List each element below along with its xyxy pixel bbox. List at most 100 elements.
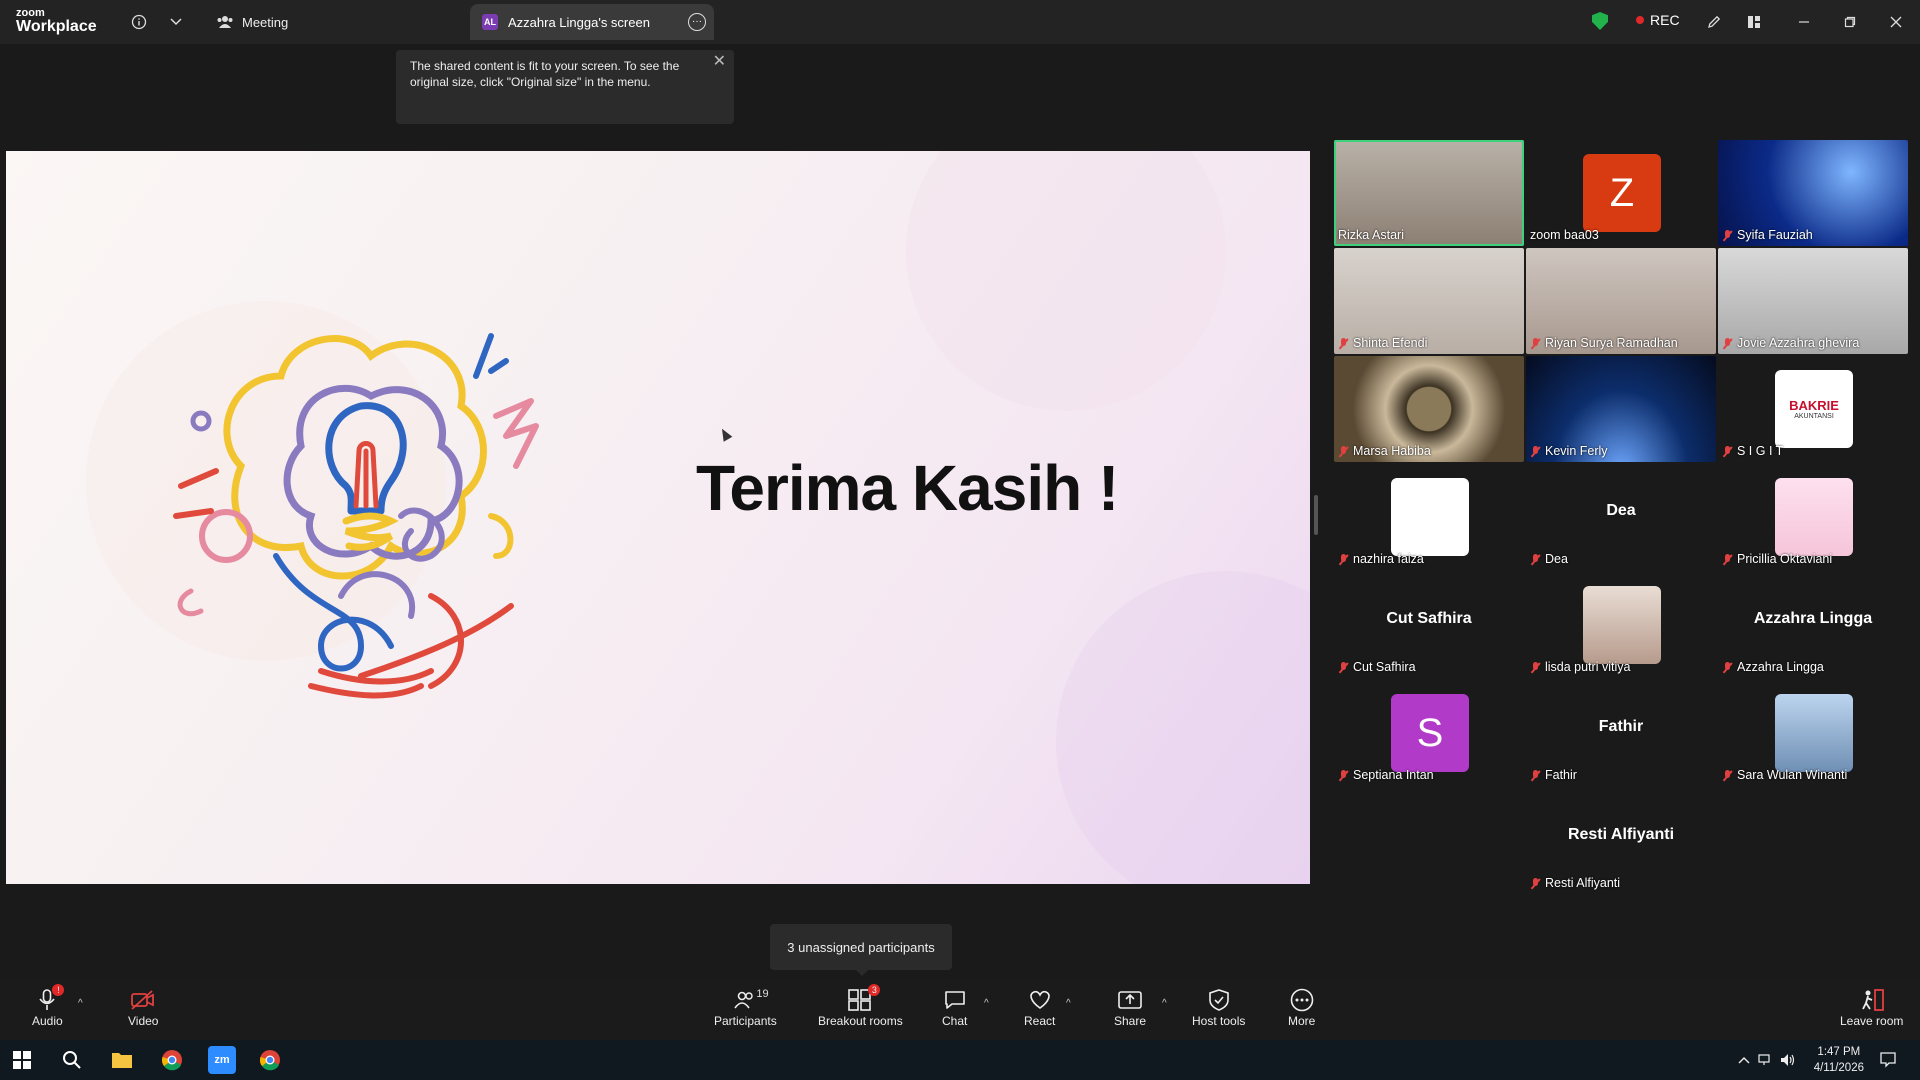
mic-muted-icon: [1338, 769, 1349, 781]
participant-avatar-letter: S: [1391, 694, 1469, 772]
view-layout-icon[interactable]: [1742, 10, 1766, 34]
participant-tile[interactable]: Azzahra Lingga Azzahra Lingga: [1718, 572, 1908, 678]
participant-name: Resti Alfiyanti: [1545, 876, 1621, 890]
participants-button[interactable]: 19 Participants: [714, 986, 777, 1028]
mic-muted-icon: [1530, 445, 1541, 457]
mic-muted-icon: [1530, 877, 1541, 889]
rec-dot-icon: [1636, 16, 1644, 24]
participant-tile[interactable]: Resti Alfiyanti Resti Alfiyanti: [1526, 788, 1716, 894]
participant-name: Fathir: [1545, 768, 1577, 782]
more-label: More: [1288, 1014, 1316, 1028]
participant-tile[interactable]: Sara Wulan Winanti: [1718, 680, 1908, 786]
clock-time: 1:47 PM: [1817, 1046, 1861, 1058]
windows-taskbar: zm 1:47 PM 4/11/2026: [0, 1040, 1920, 1080]
participant-video-tile[interactable]: Jovie Azzahra ghevira: [1718, 248, 1908, 354]
share-screen-icon: [1118, 986, 1142, 1014]
chrome-profile-icon[interactable]: [258, 1048, 282, 1072]
participant-name-label: zoom baa03: [1530, 228, 1599, 242]
breakout-rooms-button[interactable]: 3 Breakout rooms: [818, 984, 903, 1028]
participant-name: Septiana Intan: [1353, 768, 1434, 782]
participant-tile[interactable]: lisda putri vitiya: [1526, 572, 1716, 678]
participant-name-label: Sara Wulan Winanti: [1722, 768, 1847, 782]
audio-button[interactable]: ! Audio: [32, 984, 65, 1028]
close-window-icon[interactable]: [1884, 10, 1908, 34]
brand-bottom: Workplace: [16, 18, 97, 35]
video-button[interactable]: Video: [128, 986, 158, 1028]
participant-name: Marsa Habiba: [1353, 444, 1431, 458]
restore-icon[interactable]: [1838, 10, 1862, 34]
network-icon[interactable]: [1754, 1048, 1778, 1072]
info-icon[interactable]: [127, 10, 151, 34]
participant-tile[interactable]: Fathir Fathir: [1526, 680, 1716, 786]
participant-name: Dea: [1545, 552, 1568, 566]
audio-label: Audio: [32, 1014, 63, 1028]
participant-avatar-letter: Z: [1583, 154, 1661, 232]
windows-start-icon[interactable]: [10, 1048, 34, 1072]
annotate-pen-icon[interactable]: [1702, 10, 1726, 34]
mic-muted-icon: [1338, 553, 1349, 565]
tab-meeting[interactable]: Meeting: [216, 8, 288, 36]
participant-name-label: Azzahra Lingga: [1722, 660, 1824, 674]
tooltip-text: The shared content is fit to your screen…: [410, 59, 680, 89]
shield-icon[interactable]: [1592, 12, 1608, 30]
participant-video-tile[interactable]: Shinta Efendi: [1334, 248, 1524, 354]
participant-tile[interactable]: nazhira faiza: [1334, 464, 1524, 570]
participant-video-tile[interactable]: Kevin Ferly: [1526, 356, 1716, 462]
audio-options-caret-icon[interactable]: ^: [78, 998, 83, 1009]
participant-name: lisda putri vitiya: [1545, 660, 1631, 674]
heart-icon: [1028, 986, 1052, 1014]
file-explorer-icon[interactable]: [110, 1048, 134, 1072]
resize-handle[interactable]: [1314, 495, 1318, 535]
participant-tile[interactable]: Pricillia Oktaviani: [1718, 464, 1908, 570]
volume-icon[interactable]: [1776, 1048, 1800, 1072]
microphone-icon: !: [38, 984, 65, 1014]
participant-tile[interactable]: BAKRIE AKUNTANSI S I G I T: [1718, 356, 1908, 462]
participant-tile[interactable]: S Septiana Intan: [1334, 680, 1524, 786]
participant-display-name: Azzahra Lingga: [1753, 610, 1873, 627]
react-options-caret-icon[interactable]: ^: [1066, 998, 1071, 1009]
participant-name: Cut Safhira: [1353, 660, 1416, 674]
system-clock[interactable]: 1:47 PM 4/11/2026: [1814, 1044, 1864, 1076]
participant-name-label: Pricillia Oktaviani: [1722, 552, 1832, 566]
participant-video-tile[interactable]: Riyan Surya Ramadhan: [1526, 248, 1716, 354]
notifications-icon[interactable]: [1876, 1048, 1900, 1072]
minimize-icon[interactable]: [1792, 10, 1816, 34]
mic-muted-icon: [1722, 553, 1733, 565]
mic-muted-icon: [1338, 661, 1349, 673]
react-button[interactable]: React: [1024, 986, 1055, 1028]
chat-button[interactable]: Chat: [942, 986, 967, 1028]
tab-shared-screen[interactable]: AL Azzahra Lingga's screen ···: [470, 4, 714, 40]
participant-tile[interactable]: Dea Dea: [1526, 464, 1716, 570]
chat-options-caret-icon[interactable]: ^: [984, 998, 989, 1009]
close-icon[interactable]: ✕: [713, 54, 726, 70]
participant-name-label: Cut Safhira: [1338, 660, 1416, 674]
participant-video-tile[interactable]: Syifa Fauziah: [1718, 140, 1908, 246]
leave-room-icon: [1859, 986, 1885, 1014]
share-options-caret-icon[interactable]: ^: [1162, 998, 1167, 1009]
recording-indicator[interactable]: REC: [1636, 12, 1680, 28]
mic-muted-icon: [1530, 661, 1541, 673]
logo-text: BAKRIE: [1789, 398, 1839, 413]
participants-label: Participants: [714, 1014, 777, 1028]
participant-name-label: Syifa Fauziah: [1722, 228, 1813, 242]
more-options-icon[interactable]: ···: [688, 13, 706, 31]
participant-video-tile[interactable]: Marsa Habiba: [1334, 356, 1524, 462]
participant-tile[interactable]: Zzoom baa03: [1526, 140, 1716, 246]
tray-chevron-up-icon[interactable]: [1732, 1048, 1756, 1072]
unassigned-participants-popup[interactable]: 3 unassigned participants: [770, 924, 952, 976]
chevron-down-icon[interactable]: [164, 10, 188, 34]
leave-room-button[interactable]: Leave room: [1840, 986, 1903, 1028]
breakout-label: Breakout rooms: [818, 1014, 903, 1028]
chrome-icon[interactable]: [160, 1048, 184, 1072]
zoom-app-icon[interactable]: zm: [208, 1046, 236, 1074]
participant-name-label: Shinta Efendi: [1338, 336, 1427, 350]
host-tools-button[interactable]: Host tools: [1192, 986, 1245, 1028]
university-logo: BAKRIE AKUNTANSI: [1775, 370, 1853, 448]
participant-tile[interactable]: Cut Safhira Cut Safhira: [1334, 572, 1524, 678]
participant-name: Kevin Ferly: [1545, 444, 1608, 458]
participant-name: zoom baa03: [1530, 228, 1599, 242]
search-icon[interactable]: [60, 1048, 84, 1072]
participant-video-tile[interactable]: Rizka Astari: [1334, 140, 1524, 246]
share-button[interactable]: Share: [1114, 986, 1146, 1028]
more-button[interactable]: More: [1288, 986, 1315, 1028]
